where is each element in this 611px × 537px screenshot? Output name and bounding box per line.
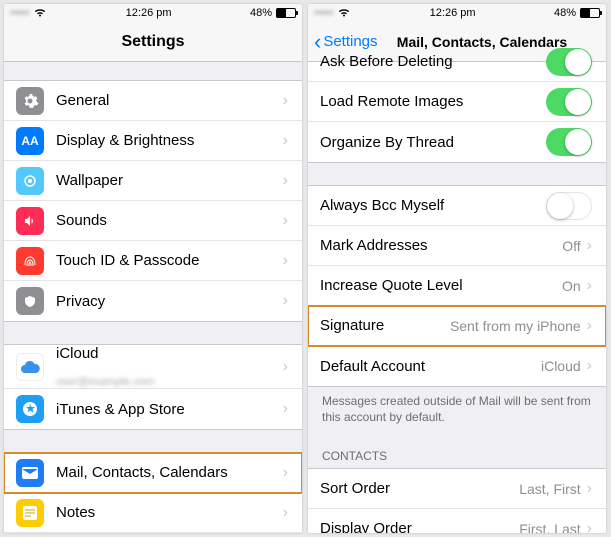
chevron-right-icon: › xyxy=(283,504,288,522)
row-quote[interactable]: Increase Quote Level On › xyxy=(308,266,606,306)
chevron-right-icon: › xyxy=(283,92,288,110)
row-organize[interactable]: Organize By Thread xyxy=(308,122,606,162)
battery-icon xyxy=(276,8,296,18)
row-wallpaper[interactable]: Wallpaper › xyxy=(4,161,302,201)
row-notes[interactable]: Notes › xyxy=(4,493,302,533)
default-account-footer: Messages created outside of Mail will be… xyxy=(308,387,606,431)
row-icloud[interactable]: iCloud user@example.com › xyxy=(4,345,302,389)
contacts-header: CONTACTS xyxy=(308,431,606,468)
chevron-right-icon: › xyxy=(587,277,592,295)
icloud-subtitle: user@example.com xyxy=(56,376,154,388)
row-load-remote[interactable]: Load Remote Images xyxy=(308,82,606,122)
nav-bar: Settings xyxy=(4,22,302,62)
battery-pct: 48% xyxy=(554,7,576,19)
row-ask-delete[interactable]: Ask Before Deleting xyxy=(308,42,606,82)
chevron-right-icon: › xyxy=(283,464,288,482)
sounds-icon xyxy=(16,207,44,235)
wifi-icon xyxy=(337,6,351,20)
chevron-right-icon: › xyxy=(587,237,592,255)
status-bar: ••••• 12:26 pm 48% xyxy=(308,4,606,22)
row-display-order[interactable]: Display Order First, Last › xyxy=(308,509,606,533)
chevron-right-icon: › xyxy=(283,252,288,270)
toggle-organize[interactable] xyxy=(546,128,592,156)
battery-icon xyxy=(580,8,600,18)
chevron-right-icon: › xyxy=(283,292,288,310)
row-mail[interactable]: Mail, Contacts, Calendars › xyxy=(4,453,302,493)
nav-title: Settings xyxy=(121,33,184,51)
chevron-right-icon: › xyxy=(283,212,288,230)
mail-settings-screen: ••••• 12:26 pm 48% ‹ Settings Mail, Cont… xyxy=(308,4,606,533)
chevron-right-icon: › xyxy=(587,317,592,335)
row-bcc[interactable]: Always Bcc Myself xyxy=(308,186,606,226)
chevron-right-icon: › xyxy=(587,480,592,498)
chevron-right-icon: › xyxy=(587,520,592,533)
chevron-right-icon: › xyxy=(283,400,288,418)
row-general[interactable]: General › xyxy=(4,81,302,121)
settings-screen: ••••• 12:26 pm 48% Settings General › AA… xyxy=(4,4,302,533)
chevron-right-icon: › xyxy=(283,172,288,190)
row-sounds[interactable]: Sounds › xyxy=(4,201,302,241)
row-sort-order[interactable]: Sort Order Last, First › xyxy=(308,469,606,509)
appstore-icon xyxy=(16,395,44,423)
chevron-right-icon: › xyxy=(283,358,288,376)
wallpaper-icon xyxy=(16,167,44,195)
row-touchid[interactable]: Touch ID & Passcode › xyxy=(4,241,302,281)
row-display[interactable]: AA Display & Brightness › xyxy=(4,121,302,161)
touchid-icon xyxy=(16,247,44,275)
row-privacy[interactable]: Privacy › xyxy=(4,281,302,321)
privacy-icon xyxy=(16,287,44,315)
display-icon: AA xyxy=(16,127,44,155)
row-appstore[interactable]: iTunes & App Store › xyxy=(4,389,302,429)
status-time: 12:26 pm xyxy=(430,7,476,19)
mail-icon xyxy=(16,459,44,487)
gear-icon xyxy=(16,87,44,115)
row-default-account[interactable]: Default Account iCloud › xyxy=(308,346,606,386)
settings-content[interactable]: General › AA Display & Brightness › Wall… xyxy=(4,62,302,533)
notes-icon xyxy=(16,499,44,527)
status-bar: ••••• 12:26 pm 48% xyxy=(4,4,302,22)
carrier-blur: ••••• xyxy=(10,7,29,19)
icloud-icon xyxy=(16,353,44,381)
toggle-bcc[interactable] xyxy=(546,192,592,220)
status-time: 12:26 pm xyxy=(126,7,172,19)
carrier-blur: ••••• xyxy=(314,7,333,19)
chevron-right-icon: › xyxy=(283,132,288,150)
battery-pct: 48% xyxy=(250,7,272,19)
wifi-icon xyxy=(33,6,47,20)
toggle-load-remote[interactable] xyxy=(546,88,592,116)
mail-content[interactable]: Ask Before Deleting Load Remote Images O… xyxy=(308,42,606,533)
toggle-ask-delete[interactable] xyxy=(546,48,592,76)
row-signature[interactable]: Signature Sent from my iPhone › xyxy=(308,306,606,346)
row-mark[interactable]: Mark Addresses Off › xyxy=(308,226,606,266)
chevron-right-icon: › xyxy=(587,357,592,375)
